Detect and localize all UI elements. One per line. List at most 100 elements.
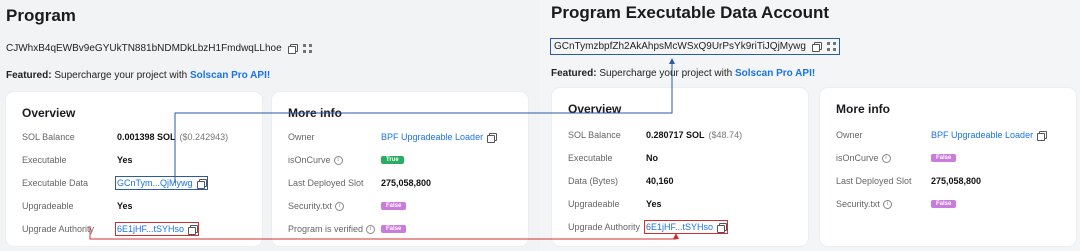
upgrade-authority-text[interactable]: 6E1jHF...tSYHso bbox=[117, 224, 184, 234]
featured-banner: Featured: Supercharge your project with … bbox=[551, 68, 815, 79]
row-label: Owner bbox=[288, 132, 315, 142]
row-executable: Executable No bbox=[568, 153, 658, 163]
solscan-pro-link[interactable]: Solscan Pro API! bbox=[190, 70, 270, 81]
row-executable-data: Executable Data GCnTym...QjMywg bbox=[22, 176, 208, 190]
more-info-card: More info Owner BPF Upgradeable Loader i… bbox=[272, 92, 528, 246]
right-panel: Program Executable Data Account GCnTymzb… bbox=[540, 0, 1080, 251]
status-badge: False bbox=[931, 154, 957, 162]
owner-text[interactable]: BPF Upgradeable Loader bbox=[381, 132, 483, 142]
row-label: Executable Data bbox=[22, 178, 89, 188]
row-label: Executable bbox=[22, 155, 67, 165]
upgradeable-value: Yes bbox=[646, 199, 662, 209]
status-badge: False bbox=[931, 200, 957, 208]
copy-icon[interactable] bbox=[287, 44, 298, 54]
executable-data-link[interactable]: GCnTym...QjMywg bbox=[115, 176, 208, 190]
status-badge: False bbox=[381, 225, 407, 233]
card-title: More info bbox=[836, 102, 890, 116]
copy-icon[interactable] bbox=[188, 224, 199, 235]
copy-icon[interactable] bbox=[1037, 130, 1048, 141]
row-label: SOL Balance bbox=[568, 130, 621, 140]
status-badge: False bbox=[381, 202, 407, 210]
row-isoncurve: isOnCurve i True bbox=[288, 155, 404, 165]
row-label: Upgradeable bbox=[568, 199, 620, 209]
page-title: Program bbox=[6, 6, 76, 25]
owner-link[interactable]: BPF Upgradeable Loader bbox=[381, 132, 498, 143]
card-title: Overview bbox=[568, 102, 622, 116]
row-upgrade-authority: Upgrade Authority 6E1jHF...tSYHso bbox=[22, 222, 200, 236]
row-sol-balance: SOL Balance 0.001398 SOL ($0.242943) bbox=[22, 132, 228, 142]
info-icon[interactable]: i bbox=[366, 224, 376, 234]
card-title: More info bbox=[288, 106, 342, 120]
executable-value: No bbox=[646, 153, 658, 163]
copy-icon[interactable] bbox=[811, 42, 822, 52]
row-label: isOnCurve bbox=[288, 155, 331, 165]
row-label: SOL Balance bbox=[22, 132, 75, 142]
page-title: Program Executable Data Account bbox=[551, 3, 830, 22]
row-upgrade-authority: Upgrade Authority 6E1jHF...tSYHso bbox=[568, 220, 729, 234]
address-text: CJWhxB4qEWBv9eGYUkTN881bNDMDkLbzH1FmdwqL… bbox=[6, 43, 282, 54]
row-label: Program is verified bbox=[288, 224, 364, 234]
owner-text[interactable]: BPF Upgradeable Loader bbox=[931, 130, 1033, 140]
sol-balance-value: 0.001398 SOL bbox=[117, 132, 176, 142]
owner-link[interactable]: BPF Upgradeable Loader bbox=[931, 130, 1048, 141]
card-title: Overview bbox=[22, 106, 76, 120]
qr-code-icon[interactable] bbox=[826, 42, 836, 51]
row-security-txt: Security.txt i False bbox=[288, 201, 407, 211]
copy-icon[interactable] bbox=[487, 132, 498, 143]
featured-banner: Featured: Supercharge your project with … bbox=[6, 70, 270, 81]
row-security-txt: Security.txt i False bbox=[836, 199, 957, 209]
row-program-verified: Program is verified i False bbox=[288, 224, 407, 234]
qr-code-icon[interactable] bbox=[302, 44, 312, 53]
row-label: Upgrade Authority bbox=[568, 222, 641, 232]
row-isoncurve: isOnCurve i False bbox=[836, 153, 957, 163]
account-address: GCnTymzbpfZh2AkAhpsMcWSxQ9UrPsYk9riTiJQj… bbox=[550, 38, 840, 55]
upgradeable-value: Yes bbox=[117, 201, 133, 211]
info-icon[interactable]: i bbox=[333, 155, 343, 165]
row-label: Upgradeable bbox=[22, 201, 74, 211]
upgrade-authority-link[interactable]: 6E1jHF...tSYHso bbox=[643, 220, 729, 234]
sol-balance-value: 0.280717 SOL bbox=[646, 130, 705, 140]
row-last-deployed-slot: Last Deployed Slot 275,058,800 bbox=[288, 178, 431, 188]
overview-card: Overview SOL Balance 0.280717 SOL ($48.74… bbox=[552, 88, 808, 246]
row-data-bytes: Data (Bytes) 40,160 bbox=[568, 176, 674, 186]
account-address: CJWhxB4qEWBv9eGYUkTN881bNDMDkLbzH1FmdwqL… bbox=[6, 43, 312, 54]
row-executable: Executable Yes bbox=[22, 155, 133, 165]
solscan-pro-link[interactable]: Solscan Pro API! bbox=[735, 68, 815, 79]
row-owner: Owner BPF Upgradeable Loader bbox=[288, 132, 498, 143]
executable-value: Yes bbox=[117, 155, 133, 165]
row-label: Data (Bytes) bbox=[568, 176, 619, 186]
featured-text: Supercharge your project with bbox=[596, 68, 735, 79]
upgrade-authority-text[interactable]: 6E1jHF...tSYHso bbox=[646, 222, 713, 232]
more-info-card: More info Owner BPF Upgradeable Loader i… bbox=[820, 88, 1076, 246]
left-panel: Program CJWhxB4qEWBv9eGYUkTN881bNDMDkLbz… bbox=[0, 0, 535, 251]
usd-value: ($0.242943) bbox=[179, 132, 229, 142]
copy-icon[interactable] bbox=[717, 222, 728, 233]
featured-label: Featured: bbox=[6, 70, 52, 81]
slot-value: 275,058,800 bbox=[381, 178, 432, 188]
row-sol-balance: SOL Balance 0.280717 SOL ($48.74) bbox=[568, 130, 742, 140]
row-last-deployed-slot: Last Deployed Slot 275,058,800 bbox=[836, 176, 981, 186]
row-owner: Owner BPF Upgradeable Loader bbox=[836, 130, 1048, 141]
featured-text: Supercharge your project with bbox=[51, 70, 190, 81]
usd-value: ($48.74) bbox=[708, 130, 743, 140]
slot-value: 275,058,800 bbox=[931, 176, 982, 186]
info-icon[interactable]: i bbox=[334, 201, 344, 211]
status-badge: True bbox=[381, 156, 404, 164]
data-bytes-value: 40,160 bbox=[646, 176, 674, 186]
row-label: isOnCurve bbox=[836, 153, 879, 163]
row-label: Owner bbox=[836, 130, 863, 140]
row-label: Upgrade Authority bbox=[22, 224, 95, 234]
address-text: GCnTymzbpfZh2AkAhpsMcWSxQ9UrPsYk9riTiJQj… bbox=[554, 41, 806, 52]
upgrade-authority-link[interactable]: 6E1jHF...tSYHso bbox=[114, 222, 200, 236]
row-upgradeable: Upgradeable Yes bbox=[22, 201, 133, 211]
row-label: Last Deployed Slot bbox=[836, 176, 912, 186]
executable-data-text[interactable]: GCnTym...QjMywg bbox=[117, 178, 193, 188]
row-label: Security.txt bbox=[288, 201, 332, 211]
featured-label: Featured: bbox=[551, 68, 597, 79]
row-label: Executable bbox=[568, 153, 613, 163]
copy-icon[interactable] bbox=[196, 178, 207, 189]
row-upgradeable: Upgradeable Yes bbox=[568, 199, 662, 209]
row-label: Security.txt bbox=[836, 199, 880, 209]
info-icon[interactable]: i bbox=[881, 153, 891, 163]
info-icon[interactable]: i bbox=[882, 199, 892, 209]
